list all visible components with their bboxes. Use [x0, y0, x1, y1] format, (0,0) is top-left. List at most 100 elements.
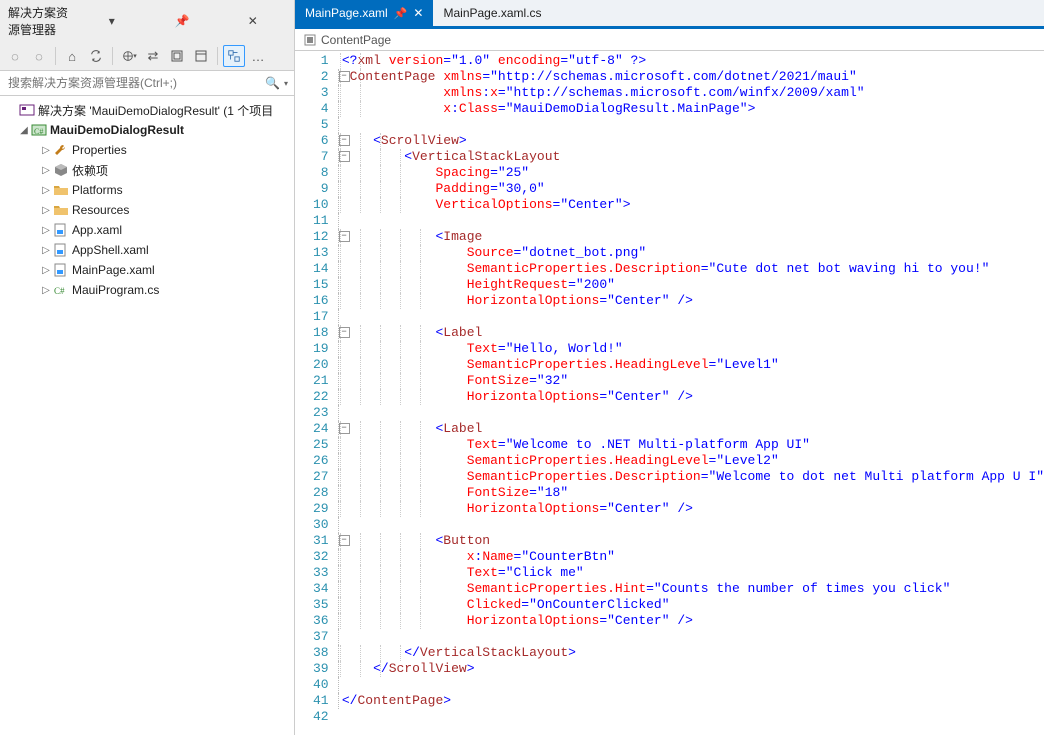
- search-dropdown-icon[interactable]: ▾: [284, 79, 288, 88]
- code-line[interactable]: <Label: [342, 421, 1044, 437]
- code-editor[interactable]: 1234567891011121314151617181920212223242…: [295, 51, 1044, 735]
- solution-node[interactable]: 解决方案 'MauiDemoDialogResult' (1 个项目: [0, 100, 294, 120]
- file-icon: [52, 182, 70, 198]
- code-line[interactable]: x:Class="MauiDemoDialogResult.MainPage">: [342, 101, 1044, 117]
- file-icon: [52, 262, 70, 278]
- code-line[interactable]: HorizontalOptions="Center" />: [342, 389, 1044, 405]
- code-line[interactable]: </VerticalStackLayout>: [342, 645, 1044, 661]
- pin-icon[interactable]: 📌: [394, 7, 408, 20]
- tree-item[interactable]: ▷AppShell.xaml: [0, 240, 294, 260]
- code-line[interactable]: HeightRequest="200": [342, 277, 1044, 293]
- tab-label: MainPage.xaml: [305, 6, 388, 20]
- tree-item-label: App.xaml: [72, 223, 122, 237]
- svg-text:C#: C#: [54, 286, 65, 296]
- properties-button[interactable]: [223, 45, 245, 67]
- tree-item[interactable]: ▷Platforms: [0, 180, 294, 200]
- code-line[interactable]: [342, 629, 1044, 645]
- twisty-icon[interactable]: ▷: [40, 265, 52, 276]
- code-line[interactable]: <?xml version="1.0" encoding="utf-8" ?>: [342, 53, 1044, 69]
- solution-explorer-search[interactable]: 🔍 ▾: [0, 71, 294, 96]
- solution-explorer-title-bar: 解决方案资源管理器 ▾ 📌 ✕: [0, 0, 294, 42]
- tree-item[interactable]: ▷MainPage.xaml: [0, 260, 294, 280]
- twisty-icon[interactable]: ▷: [40, 185, 52, 196]
- code-line[interactable]: [342, 309, 1044, 325]
- code-line[interactable]: HorizontalOptions="Center" />: [342, 501, 1044, 517]
- tree-item[interactable]: ▷ 依赖项: [0, 160, 294, 180]
- twisty-icon[interactable]: ▷: [40, 145, 52, 156]
- code-line[interactable]: HorizontalOptions="Center" />: [342, 613, 1044, 629]
- code-line[interactable]: Text="Click me": [342, 565, 1044, 581]
- search-icon[interactable]: 🔍: [263, 76, 282, 90]
- code-line[interactable]: FontSize="18": [342, 485, 1044, 501]
- home-button[interactable]: ⌂: [61, 45, 83, 67]
- twisty-icon[interactable]: ◢: [18, 125, 30, 136]
- twisty-icon[interactable]: ▷: [40, 285, 52, 296]
- toolbar-separator: [55, 47, 56, 65]
- twisty-icon[interactable]: ▷: [40, 245, 52, 256]
- code-line[interactable]: HorizontalOptions="Center" />: [342, 293, 1044, 309]
- overflow-button[interactable]: …: [247, 45, 269, 67]
- tree-item[interactable]: ▷ App.xaml: [0, 220, 294, 240]
- code-line[interactable]: [342, 117, 1044, 133]
- tree-item-label: MauiProgram.cs: [72, 283, 159, 297]
- tab-mainpage-xaml[interactable]: MainPage.xaml 📌 ✕: [295, 0, 433, 26]
- project-node[interactable]: ◢ C# MauiDemoDialogResult: [0, 120, 294, 140]
- tree-item-label: Resources: [72, 203, 129, 217]
- code-line[interactable]: <Image: [342, 229, 1044, 245]
- twisty-icon[interactable]: ▷: [40, 225, 52, 236]
- pin-icon[interactable]: 📌: [149, 14, 216, 28]
- code-line[interactable]: VerticalOptions="Center">: [342, 197, 1044, 213]
- code-line[interactable]: Text="Welcome to .NET Multi-platform App…: [342, 437, 1044, 453]
- code-line[interactable]: [342, 677, 1044, 693]
- twisty-icon[interactable]: ▷: [40, 165, 52, 176]
- solution-explorer-panel: 解决方案资源管理器 ▾ 📌 ✕ ◌ ◌ ⌂ ▾ ⇄ … 🔍 ▾: [0, 0, 295, 735]
- tree-item-label: Properties: [72, 143, 127, 157]
- code-line[interactable]: Text="Hello, World!": [342, 341, 1044, 357]
- code-line[interactable]: Clicked="OnCounterClicked": [342, 597, 1044, 613]
- code-line[interactable]: xmlns:x="http://schemas.microsoft.com/wi…: [342, 85, 1044, 101]
- code-line[interactable]: SemanticProperties.Hint="Counts the numb…: [342, 581, 1044, 597]
- search-input[interactable]: [6, 73, 263, 93]
- code-line[interactable]: <Button: [342, 533, 1044, 549]
- code-line[interactable]: </ContentPage>: [342, 693, 1044, 709]
- code-content[interactable]: <?xml version="1.0" encoding="utf-8" ?><…: [340, 51, 1044, 735]
- code-line[interactable]: x:Name="CounterBtn": [342, 549, 1044, 565]
- code-line[interactable]: <ScrollView>: [342, 133, 1044, 149]
- tab-mainpage-xaml-cs[interactable]: MainPage.xaml.cs: [433, 0, 551, 26]
- twisty-icon[interactable]: ▷: [40, 205, 52, 216]
- code-line[interactable]: SemanticProperties.HeadingLevel="Level2": [342, 453, 1044, 469]
- solution-tree[interactable]: 解决方案 'MauiDemoDialogResult' (1 个项目 ◢ C# …: [0, 96, 294, 735]
- tree-item[interactable]: ▷C# MauiProgram.cs: [0, 280, 294, 300]
- code-line[interactable]: Spacing="25": [342, 165, 1044, 181]
- code-line[interactable]: [342, 213, 1044, 229]
- code-line[interactable]: SemanticProperties.Description="Cute dot…: [342, 261, 1044, 277]
- tree-item[interactable]: ▷ Resources: [0, 200, 294, 220]
- close-icon[interactable]: ✕: [413, 6, 423, 20]
- swap-button[interactable]: ⇄: [142, 45, 164, 67]
- code-line[interactable]: FontSize="32": [342, 373, 1044, 389]
- code-line[interactable]: <Label: [342, 325, 1044, 341]
- code-line[interactable]: [342, 405, 1044, 421]
- forward-button[interactable]: ◌: [28, 45, 50, 67]
- code-line[interactable]: SemanticProperties.HeadingLevel="Level1": [342, 357, 1044, 373]
- filter-button[interactable]: ▾: [118, 45, 140, 67]
- sync-button[interactable]: [85, 45, 107, 67]
- collapse-button[interactable]: [166, 45, 188, 67]
- toolbar-separator: [112, 47, 113, 65]
- tab-label: MainPage.xaml.cs: [443, 6, 541, 20]
- code-line[interactable]: </ScrollView>: [342, 661, 1044, 677]
- code-line[interactable]: [342, 709, 1044, 725]
- close-icon[interactable]: ✕: [220, 14, 287, 28]
- editor-breadcrumb[interactable]: ContentPage: [295, 29, 1044, 51]
- code-line[interactable]: Padding="30,0": [342, 181, 1044, 197]
- tree-item[interactable]: ▷ Properties: [0, 140, 294, 160]
- back-button[interactable]: ◌: [4, 45, 26, 67]
- code-line[interactable]: SemanticProperties.Description="Welcome …: [342, 469, 1044, 485]
- tree-item-label: 依赖项: [72, 162, 108, 179]
- code-line[interactable]: <ContentPage xmlns="http://schemas.micro…: [342, 69, 1044, 85]
- code-line[interactable]: <VerticalStackLayout: [342, 149, 1044, 165]
- code-line[interactable]: Source="dotnet_bot.png": [342, 245, 1044, 261]
- code-line[interactable]: [342, 517, 1044, 533]
- dropdown-icon[interactable]: ▾: [79, 14, 146, 28]
- show-all-button[interactable]: [190, 45, 212, 67]
